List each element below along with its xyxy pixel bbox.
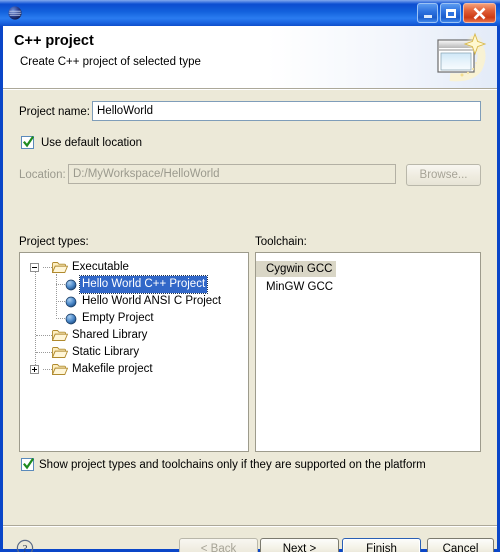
project-type-icon	[65, 313, 77, 325]
tree-root: Executable Hello World C++ Project Hello…	[20, 253, 248, 378]
tree-connector	[56, 318, 65, 319]
window-controls	[417, 3, 496, 23]
next-button-mnemonic: N	[282, 543, 292, 552]
page-title: C++ project	[14, 33, 94, 49]
expand-icon[interactable]	[30, 365, 39, 374]
maximize-icon[interactable]	[440, 3, 461, 23]
tree-item-hello-world-ansi-c[interactable]: Hello World ANSI C Project	[20, 293, 248, 310]
checkbox-box	[21, 457, 35, 471]
collapse-icon[interactable]	[30, 263, 39, 272]
folder-open-icon	[51, 363, 69, 376]
list-item[interactable]: Cygwin GCC	[256, 259, 480, 277]
new-project-wizard-icon	[432, 31, 490, 83]
tree-item-label: Empty Project	[82, 312, 154, 324]
minimize-icon[interactable]	[417, 3, 438, 23]
use-default-location-checkbox[interactable]: Use default location	[21, 135, 143, 149]
next-button[interactable]: Next >	[260, 538, 339, 552]
folder-open-icon	[51, 346, 69, 359]
folder-open-icon	[51, 261, 69, 274]
tree-item-hello-world-cpp[interactable]: Hello World C++ Project	[20, 275, 248, 294]
title-bar[interactable]	[0, 0, 500, 26]
tree-item-executable[interactable]: Executable	[20, 259, 248, 276]
finish-button-mnemonic: F	[366, 543, 374, 552]
location-input[interactable]	[68, 164, 396, 184]
toolchain-list-body: Cygwin GCC MinGW GCC	[256, 253, 480, 295]
show-supported-label: Show project types and toolchains only i…	[39, 458, 426, 471]
tree-item-label: Executable	[72, 261, 129, 273]
checkbox-box	[21, 135, 35, 149]
list-item[interactable]: MinGW GCC	[256, 277, 480, 295]
toolchain-label: Toolchain:	[255, 236, 307, 248]
show-supported-checkbox[interactable]: Show project types and toolchains only i…	[21, 457, 426, 471]
finish-button-label: inish	[373, 543, 397, 552]
finish-button[interactable]: Finish	[342, 538, 421, 552]
check-icon	[22, 135, 35, 149]
tree-item-label: Hello World ANSI C Project	[82, 295, 222, 307]
project-types-tree[interactable]: Executable Hello World C++ Project Hello…	[19, 252, 249, 452]
tree-connector	[36, 335, 52, 336]
tree-item-makefile-project[interactable]: Makefile project	[20, 361, 248, 378]
project-name-label: Project name:	[19, 106, 90, 118]
tree-item-static-library[interactable]: Static Library	[20, 344, 248, 361]
toolchain-item-cygwin: Cygwin GCC	[256, 261, 337, 277]
project-name-input[interactable]	[92, 101, 481, 121]
tree-connector	[43, 267, 52, 268]
tree-connector	[43, 369, 52, 370]
back-button[interactable]: < Back	[179, 538, 258, 552]
tree-item-shared-library[interactable]: Shared Library	[20, 327, 248, 344]
check-icon	[22, 457, 35, 471]
cancel-button[interactable]: Cancel	[427, 538, 494, 552]
tree-item-label: Hello World C++ Project	[78, 275, 209, 294]
dialog-body: C++ project Create C++ project of select…	[3, 26, 497, 552]
project-types-label: Project types:	[19, 236, 89, 248]
browse-button[interactable]: Browse...	[406, 164, 481, 186]
wizard-content: Project name: Use default location Locat…	[3, 90, 497, 525]
wizard-window: C++ project Create C++ project of select…	[0, 0, 500, 552]
location-label: Location:	[19, 169, 66, 181]
svg-text:?: ?	[23, 543, 28, 552]
tree-connector	[36, 352, 52, 353]
tree-item-label: Static Library	[72, 346, 140, 358]
tree-item-label: Makefile project	[72, 363, 153, 375]
toolchain-list[interactable]: Cygwin GCC MinGW GCC	[255, 252, 481, 452]
close-icon[interactable]	[463, 3, 496, 23]
tree-item-label: Shared Library	[72, 329, 148, 341]
next-button-label: ext >	[291, 543, 317, 552]
tree-connector	[56, 301, 65, 302]
page-subtitle: Create C++ project of selected type	[20, 56, 201, 68]
project-type-icon	[65, 279, 77, 291]
wizard-header: C++ project Create C++ project of select…	[3, 26, 497, 88]
help-question-icon[interactable]: ?	[16, 539, 34, 552]
project-type-icon	[65, 296, 77, 308]
toolchain-item-mingw: MinGW GCC	[266, 281, 334, 293]
tree-item-empty-project[interactable]: Empty Project	[20, 310, 248, 327]
tree-connector	[56, 284, 65, 285]
use-default-location-label: Use default location	[41, 136, 143, 149]
folder-open-icon	[51, 329, 69, 342]
eclipse-sphere-icon	[7, 5, 23, 21]
